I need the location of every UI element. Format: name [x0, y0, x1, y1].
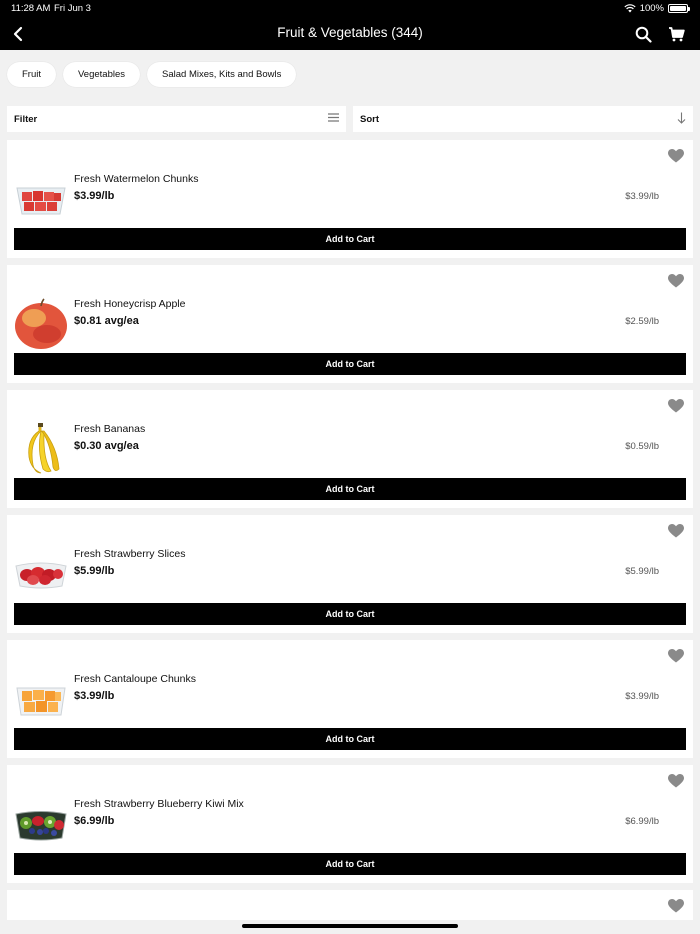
product-unit-price: $3.99/lb: [625, 191, 659, 202]
product-unit-price: $5.99/lb: [625, 566, 659, 577]
favorite-heart-icon[interactable]: [668, 524, 684, 538]
favorite-heart-icon[interactable]: [668, 649, 684, 663]
fruit-mix-icon: [13, 797, 69, 851]
filter-button[interactable]: Filter: [7, 106, 346, 132]
add-to-cart-button[interactable]: Add to Cart: [14, 603, 686, 625]
cart-button[interactable]: [664, 22, 688, 46]
chip-salad-mixes[interactable]: Salad Mixes, Kits and Bowls: [147, 62, 297, 87]
product-name[interactable]: Fresh Bananas: [74, 423, 145, 435]
product-unit-price: $6.99/lb: [625, 816, 659, 827]
apple-icon: [13, 297, 69, 351]
status-time: 11:28 AM: [11, 3, 51, 14]
add-to-cart-button[interactable]: Add to Cart: [14, 228, 686, 250]
chip-fruit[interactable]: Fruit: [7, 62, 56, 87]
search-icon: [635, 26, 652, 43]
favorite-heart-icon[interactable]: [668, 774, 684, 788]
product-card[interactable]: Fresh Strawberry Slices $5.99/lb $5.99/l…: [7, 515, 693, 633]
product-unit-price: $2.59/lb: [625, 316, 659, 327]
search-button[interactable]: [631, 22, 655, 46]
favorite-heart-icon[interactable]: [668, 274, 684, 288]
product-card[interactable]: Fresh Cantaloupe Chunks $3.99/lb $3.99/l…: [7, 640, 693, 758]
product-name[interactable]: Fresh Honeycrisp Apple: [74, 298, 185, 310]
add-to-cart-button[interactable]: Add to Cart: [14, 478, 686, 500]
product-unit-price: $0.59/lb: [625, 441, 659, 452]
banana-icon: [13, 422, 69, 476]
product-name[interactable]: Fresh Strawberry Blueberry Kiwi Mix: [74, 798, 244, 810]
product-price: $0.81 avg/ea: [74, 315, 139, 327]
product-card[interactable]: Fresh Watermelon Chunks $3.99/lb $3.99/l…: [7, 140, 693, 258]
cart-icon: [668, 27, 685, 42]
nav-bar: Fruit & Vegetables (344): [0, 18, 700, 50]
favorite-heart-icon[interactable]: [668, 399, 684, 413]
sort-button[interactable]: Sort: [353, 106, 693, 132]
product-name[interactable]: Fresh Strawberry Slices: [74, 548, 185, 560]
cantaloupe-chunks-icon: [13, 672, 69, 726]
sort-label: Sort: [360, 113, 379, 125]
product-card[interactable]: Fresh Bananas $0.30 avg/ea $0.59/lb Add …: [7, 390, 693, 508]
arrow-down-icon: [677, 112, 686, 124]
product-card[interactable]: Fresh Strawberry Blueberry Kiwi Mix $6.9…: [7, 765, 693, 883]
watermelon-chunks-icon: [13, 172, 69, 226]
favorite-heart-icon[interactable]: [668, 149, 684, 163]
product-price: $5.99/lb: [74, 565, 115, 577]
product-card[interactable]: Fresh Honeycrisp Apple $0.81 avg/ea $2.5…: [7, 265, 693, 383]
battery-icon: [668, 4, 690, 13]
page-title: Fruit & Vegetables (344): [277, 25, 423, 40]
chip-vegetables[interactable]: Vegetables: [63, 62, 141, 87]
status-right: 100%: [624, 3, 690, 14]
product-price: $0.30 avg/ea: [74, 440, 139, 452]
favorite-heart-icon[interactable]: [668, 899, 684, 913]
add-to-cart-button[interactable]: Add to Cart: [14, 853, 686, 875]
product-price: $3.99/lb: [74, 190, 115, 202]
product-list: Fresh Watermelon Chunks $3.99/lb $3.99/l…: [7, 140, 693, 927]
product-name[interactable]: Fresh Cantaloupe Chunks: [74, 673, 196, 685]
add-to-cart-button[interactable]: Add to Cart: [14, 728, 686, 750]
wifi-icon: [624, 4, 636, 13]
product-name[interactable]: Fresh Watermelon Chunks: [74, 173, 199, 185]
product-card[interactable]: [7, 890, 693, 920]
battery-percent: 100%: [639, 3, 664, 14]
product-unit-price: $3.99/lb: [625, 691, 659, 702]
strawberry-slices-icon: [13, 547, 69, 601]
filter-lines-icon: [328, 113, 339, 122]
filter-label: Filter: [14, 113, 38, 125]
status-date: Fri Jun 3: [54, 3, 91, 14]
status-bar: 11:28 AM Fri Jun 3 100%: [0, 0, 700, 18]
add-to-cart-button[interactable]: Add to Cart: [14, 353, 686, 375]
product-price: $6.99/lb: [74, 815, 115, 827]
category-chips: Fruit Vegetables Salad Mixes, Kits and B…: [7, 62, 297, 87]
home-indicator[interactable]: [242, 924, 458, 928]
product-price: $3.99/lb: [74, 690, 115, 702]
